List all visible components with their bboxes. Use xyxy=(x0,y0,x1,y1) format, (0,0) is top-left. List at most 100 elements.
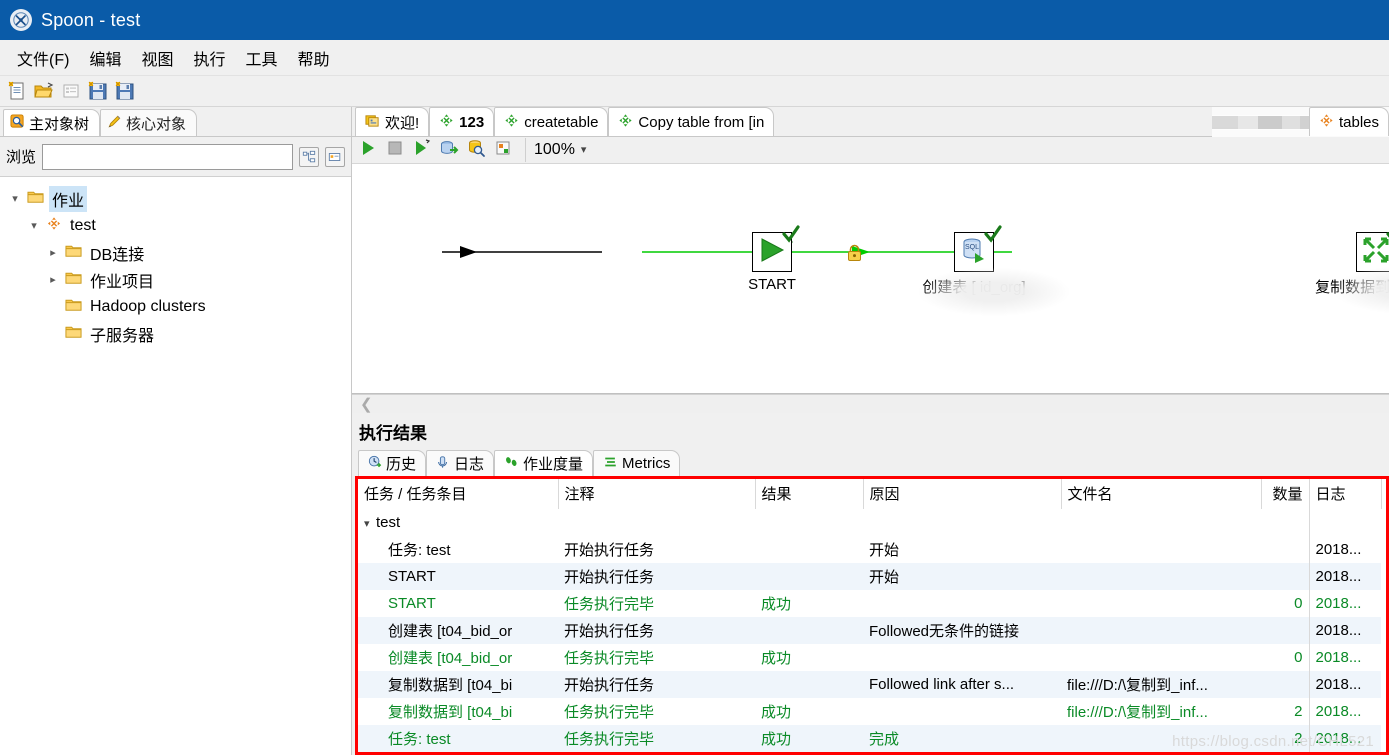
zoom-level-selector[interactable]: 100% ▾ xyxy=(525,137,593,162)
pencil-icon xyxy=(107,114,122,133)
job-icon xyxy=(618,113,633,132)
cell-result xyxy=(755,563,863,590)
column-header-comment[interactable]: 注释 xyxy=(558,479,756,509)
verify-icon[interactable] xyxy=(466,138,486,161)
cell-count xyxy=(1261,671,1309,698)
table-row[interactable]: 复制数据到 [t04_bi 任务执行完毕 成功 file:///D:/\复制到_… xyxy=(358,698,1381,725)
chevron-right-icon[interactable]: ▸ xyxy=(46,246,60,259)
left-panel: 主对象树 核心对象 浏览 ▾ 作业 ▾ test ▸ DB连接 ▸ 作业项目 H… xyxy=(0,107,352,755)
canvas-node-label-text: 复制数据到 [ _org] xyxy=(1315,278,1389,296)
cell-log: 2018... xyxy=(1308,644,1381,671)
result-tab-history[interactable]: 历史 xyxy=(358,450,427,476)
editor-tab-copy-table[interactable]: Copy table from [in xyxy=(608,107,775,136)
canvas-node-label: 复制数据到 [ _org] xyxy=(1315,276,1389,297)
chevron-down-icon[interactable]: ▾ xyxy=(8,192,22,205)
chevron-down-icon[interactable]: ▾ xyxy=(27,219,41,232)
menu-edit[interactable]: 编辑 xyxy=(80,42,130,74)
tree-node-db-connections[interactable]: ▸ DB连接 xyxy=(0,239,351,266)
search-input[interactable] xyxy=(42,143,293,170)
tree-node-hadoop-clusters[interactable]: Hadoop clusters xyxy=(0,293,351,320)
editor-tab-123[interactable]: 123 xyxy=(429,107,495,136)
collapse-all-icon[interactable] xyxy=(325,146,345,167)
chevron-down-icon[interactable]: ▾ xyxy=(364,517,376,530)
save-icon[interactable] xyxy=(87,80,109,102)
cell-filename: file:///D:/\复制到_inf... xyxy=(1067,703,1208,721)
cell-log: 2018... xyxy=(1308,698,1381,725)
browse-label: 浏览 xyxy=(6,149,37,166)
job-icon xyxy=(439,113,454,132)
table-row[interactable]: START 开始执行任务 开始 2018... xyxy=(358,563,1381,590)
menu-file[interactable]: 文件(F) xyxy=(8,42,78,74)
job-canvas[interactable]: START SQL 创建表 [id_org] 复制数据到 xyxy=(352,163,1389,394)
tab-main-object-tree[interactable]: 主对象树 xyxy=(3,109,101,136)
new-file-icon[interactable] xyxy=(6,80,28,102)
job-icon xyxy=(1319,113,1334,132)
editor-tab-createtable[interactable]: createtable xyxy=(494,107,609,136)
cell-count xyxy=(1261,563,1309,590)
copy-data-node-box[interactable] xyxy=(1356,231,1389,272)
job-icon xyxy=(504,113,519,132)
column-header-reason[interactable]: 原因 xyxy=(863,479,1062,509)
run-icon[interactable] xyxy=(358,138,378,161)
canvas-horizontal-scrollbar[interactable]: ❮ xyxy=(352,393,1389,413)
create-table-node-box[interactable]: SQL xyxy=(954,224,1002,272)
cell-comment: 任务执行完毕 xyxy=(564,649,655,667)
result-tab-label: 作业度量 xyxy=(523,456,584,473)
cell-task: 创建表 [t04_bid_or xyxy=(358,617,558,644)
magnifier-icon xyxy=(10,113,25,133)
editor-tab-label: 123 xyxy=(459,113,485,131)
editor-tab-welcome[interactable]: 欢迎! xyxy=(355,107,430,136)
menu-view[interactable]: 视图 xyxy=(132,42,182,74)
editor-tab-tables[interactable]: tables xyxy=(1308,107,1389,136)
tree-node-job-entries[interactable]: ▸ 作业项目 xyxy=(0,266,351,293)
explore-repository-icon[interactable] xyxy=(60,80,82,102)
tree-node-slave-servers[interactable]: 子服务器 xyxy=(0,320,351,347)
menu-run[interactable]: 执行 xyxy=(184,42,234,74)
chevron-right-icon[interactable]: ▸ xyxy=(46,273,60,286)
canvas-node-start[interactable]: START xyxy=(748,224,800,293)
tab-core-objects[interactable]: 核心对象 xyxy=(100,109,198,136)
cell-result: 成功 xyxy=(761,649,792,667)
column-header-count[interactable]: 数量 xyxy=(1261,479,1310,509)
cell-task: 任务: test xyxy=(358,725,558,752)
canvas-node-create-table[interactable]: SQL 创建表 [ id_org] xyxy=(919,224,1069,316)
table-row[interactable]: 创建表 [t04_bid_or 任务执行完毕 成功 0 2018... xyxy=(358,644,1381,671)
tree-node-test[interactable]: ▾ test xyxy=(0,212,351,239)
column-header-task[interactable]: 任务 / 任务条目 xyxy=(358,479,559,509)
result-tab-label: 历史 xyxy=(386,456,417,473)
chevron-left-icon[interactable]: ❮ xyxy=(360,395,373,413)
open-folder-icon[interactable] xyxy=(33,80,55,102)
result-tab-log[interactable]: 日志 xyxy=(426,450,495,476)
chevron-down-icon[interactable]: ▾ xyxy=(581,143,587,156)
canvas-toolbar: 100% ▾ xyxy=(352,137,1389,164)
table-row[interactable]: 任务: test 开始执行任务 开始 2018... xyxy=(358,536,1381,563)
tree-node-label: 作业项目 xyxy=(90,273,155,291)
start-node-box[interactable] xyxy=(752,224,800,272)
canvas-node-copy-data[interactable]: 复制数据到 [ _org] xyxy=(1315,231,1389,314)
tree-node-label: 作业 xyxy=(49,185,88,212)
result-tab-job-metrics[interactable]: 作业度量 xyxy=(494,450,594,476)
table-row[interactable]: 创建表 [t04_bid_or 开始执行任务 Followed无条件的链接 20… xyxy=(358,617,1381,644)
cell-filename xyxy=(1061,590,1261,617)
object-tree: ▾ 作业 ▾ test ▸ DB连接 ▸ 作业项目 Hadoop cluster… xyxy=(0,177,351,755)
column-header-log[interactable]: 日志 xyxy=(1309,479,1382,509)
cell-log xyxy=(1308,509,1381,536)
cell-log: 2018... xyxy=(1308,590,1381,617)
stop-icon[interactable] xyxy=(385,138,405,161)
sql-icon[interactable] xyxy=(493,138,513,161)
cell-task: 创建表 [t04_bid_or xyxy=(388,649,513,667)
preview-icon[interactable] xyxy=(439,138,459,161)
save-as-icon[interactable] xyxy=(114,80,136,102)
tree-node-jobs[interactable]: ▾ 作业 xyxy=(0,185,351,212)
expand-all-icon[interactable] xyxy=(299,146,319,167)
table-row[interactable]: ▾ test xyxy=(358,509,1381,536)
result-tab-metrics[interactable]: Metrics xyxy=(593,450,681,476)
table-row[interactable]: 复制数据到 [t04_bi 开始执行任务 Followed link after… xyxy=(358,671,1381,698)
column-header-result[interactable]: 结果 xyxy=(755,479,864,509)
menu-help[interactable]: 帮助 xyxy=(289,42,339,74)
table-row[interactable]: START 任务执行完毕 成功 0 2018... xyxy=(358,590,1381,617)
menu-tools[interactable]: 工具 xyxy=(236,42,286,74)
table-row[interactable]: 任务: test 任务执行完毕 成功 完成 2 2018... xyxy=(358,725,1381,752)
debug-icon[interactable] xyxy=(412,138,432,161)
column-header-filename[interactable]: 文件名 xyxy=(1061,479,1262,509)
